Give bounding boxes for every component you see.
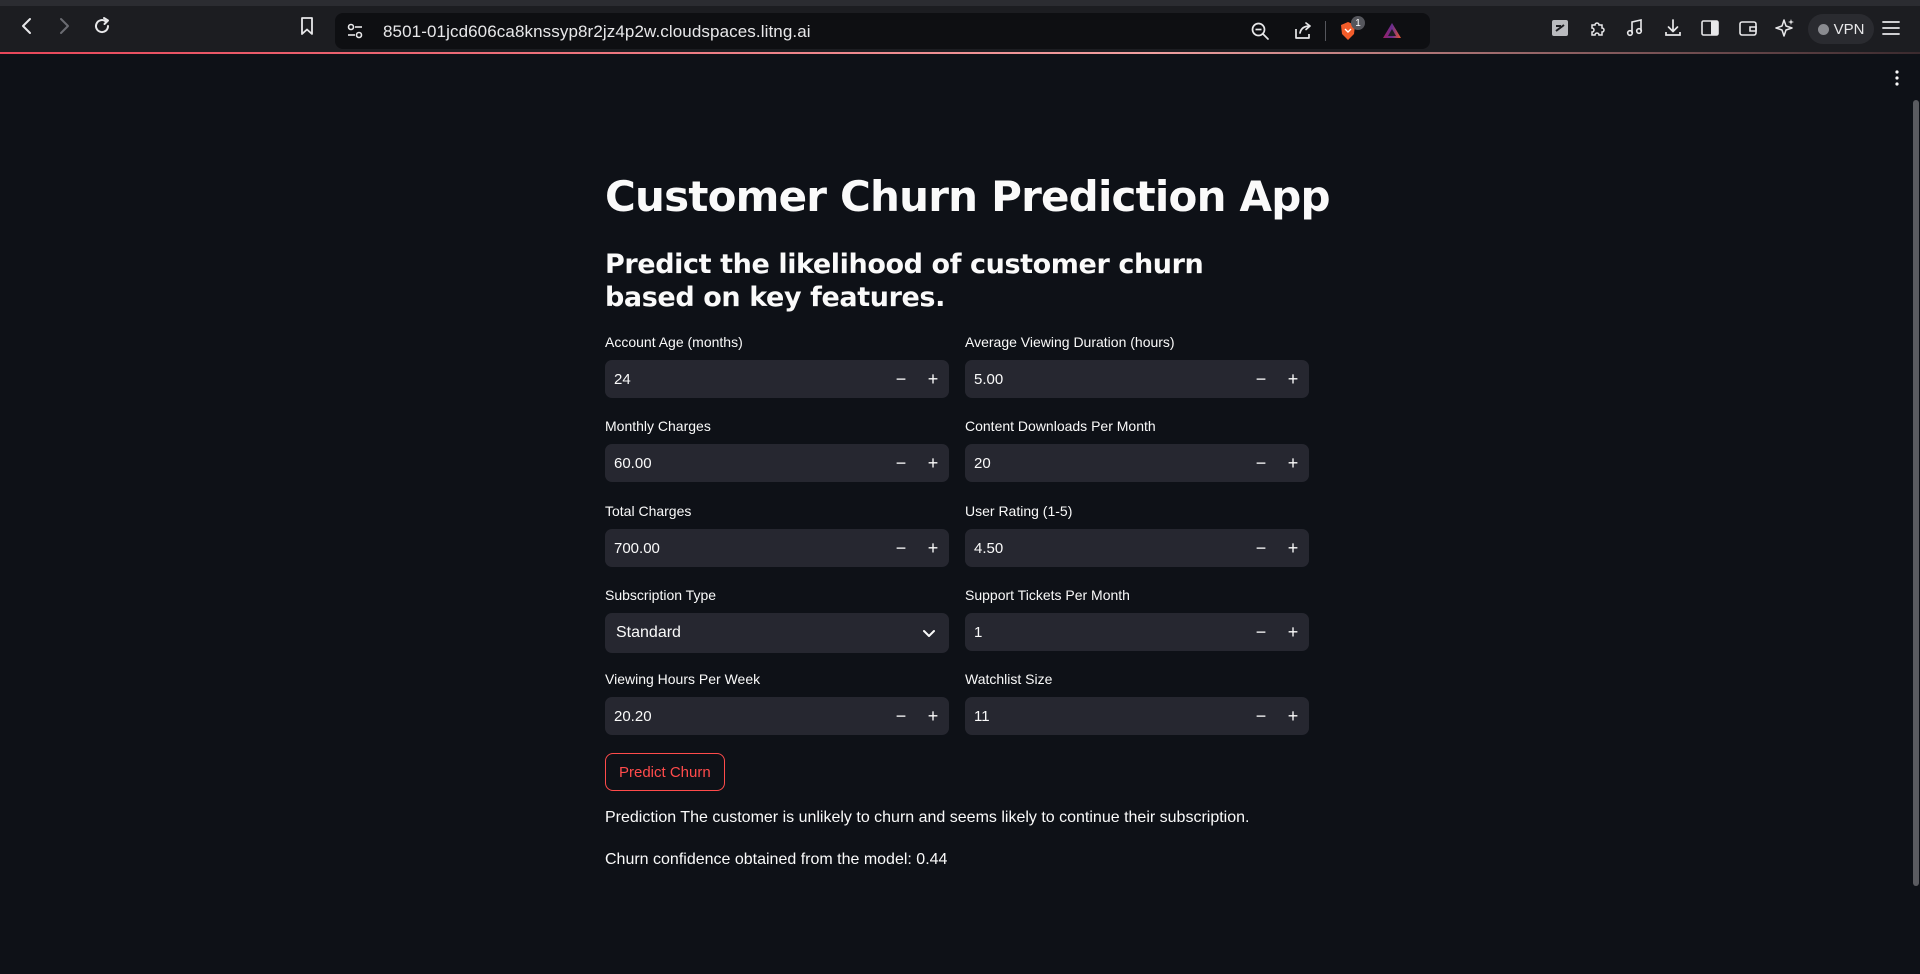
avg-viewing-duration-input[interactable]: 5.00 − + [965, 360, 1309, 398]
field-label: User Rating (1-5) [965, 503, 1073, 519]
field-label: Monthly Charges [605, 418, 711, 434]
increment-button[interactable]: + [917, 360, 949, 398]
puzzle-icon[interactable] [1587, 17, 1609, 39]
kebab-menu-icon[interactable] [1890, 68, 1904, 88]
monthly-charges-field: Monthly Charges 60.00 − + [605, 417, 949, 482]
viewing-hours-field: Viewing Hours Per Week 20.20 − + [605, 670, 949, 735]
back-icon[interactable] [15, 14, 39, 38]
url-text[interactable]: 8501-01jcd606ca8knssyp8r2jz4p2w.cloudspa… [383, 22, 811, 42]
leo-ai-icon[interactable] [1774, 17, 1796, 39]
download-icon[interactable] [1662, 17, 1684, 39]
field-label: Account Age (months) [605, 334, 743, 350]
account-age-field: Account Age (months) 24 − + [605, 333, 949, 398]
increment-button[interactable]: + [917, 444, 949, 482]
site-info-icon[interactable] [345, 21, 365, 41]
select-value[interactable]: Standard [616, 624, 921, 642]
decrement-button[interactable]: − [885, 360, 917, 398]
divider [1325, 21, 1326, 41]
field-label: Content Downloads Per Month [965, 418, 1156, 434]
input-value[interactable]: 24 [605, 371, 885, 388]
field-label: Support Tickets Per Month [965, 587, 1130, 603]
vpn-label: VPN [1833, 20, 1865, 38]
chevron-down-icon[interactable] [921, 625, 937, 641]
field-label: Viewing Hours Per Week [605, 671, 761, 687]
input-value[interactable]: 5.00 [965, 371, 1245, 388]
music-icon[interactable] [1624, 17, 1646, 39]
input-value[interactable]: 1 [965, 624, 1245, 641]
input-value[interactable]: 20 [965, 455, 1245, 472]
zoom-icon[interactable] [1250, 21, 1270, 41]
total-charges-field: Total Charges 700.00 − + [605, 502, 949, 567]
decrement-button[interactable]: − [885, 697, 917, 735]
decrement-button[interactable]: − [1245, 613, 1277, 651]
increment-button[interactable]: + [917, 529, 949, 567]
total-charges-input[interactable]: 700.00 − + [605, 529, 949, 567]
browser-toolbar: 8501-01jcd606ca8knssyp8r2jz4p2w.cloudspa… [0, 0, 1920, 54]
input-value[interactable]: 60.00 [605, 455, 885, 472]
vpn-button[interactable]: VPN [1808, 14, 1874, 44]
increment-button[interactable]: + [1277, 613, 1309, 651]
content-downloads-field: Content Downloads Per Month 20 − + [965, 417, 1309, 482]
page-subtitle: Predict the likelihood of customer churn… [605, 249, 1204, 313]
increment-button[interactable]: + [1277, 360, 1309, 398]
prediction-text: Prediction The customer is unlikely to c… [605, 809, 1250, 826]
field-label: Subscription Type [605, 587, 717, 603]
decrement-button[interactable]: − [1245, 697, 1277, 735]
scrollbar[interactable] [1913, 100, 1919, 886]
rewards-icon[interactable] [1382, 21, 1402, 41]
field-label: Average Viewing Duration (hours) [965, 334, 1175, 350]
user-rating-input[interactable]: 4.50 − + [965, 529, 1309, 567]
decrement-button[interactable]: − [885, 444, 917, 482]
increment-button[interactable]: + [1277, 697, 1309, 735]
shields-badge: 1 [1351, 16, 1365, 30]
menu-icon[interactable] [1880, 17, 1902, 39]
user-rating-field: User Rating (1-5) 4.50 − + [965, 502, 1309, 567]
avg-viewing-duration-field: Average Viewing Duration (hours) 5.00 − … [965, 333, 1309, 398]
bookmark-icon[interactable] [295, 14, 319, 38]
wallet-icon[interactable] [1737, 17, 1759, 39]
reload-icon[interactable] [90, 14, 114, 38]
decrement-button[interactable]: − [1245, 529, 1277, 567]
sidebar-icon[interactable] [1699, 17, 1721, 39]
input-value[interactable]: 11 [965, 708, 1245, 725]
input-value[interactable]: 700.00 [605, 540, 885, 557]
confidence-text: Churn confidence obtained from the model… [605, 851, 948, 868]
decrement-button[interactable]: − [1245, 444, 1277, 482]
field-label: Watchlist Size [965, 671, 1053, 687]
viewing-hours-input[interactable]: 20.20 − + [605, 697, 949, 735]
decrement-button[interactable]: − [885, 529, 917, 567]
increment-button[interactable]: + [1277, 444, 1309, 482]
decrement-button[interactable]: − [1245, 360, 1277, 398]
predict-churn-button[interactable]: Predict Churn [605, 753, 725, 791]
page-title: Customer Churn Prediction App [605, 172, 1331, 221]
increment-button[interactable]: + [1277, 529, 1309, 567]
subscription-type-select[interactable]: Standard [605, 613, 949, 653]
share-icon[interactable] [1293, 21, 1313, 41]
address-bar[interactable]: 8501-01jcd606ca8knssyp8r2jz4p2w.cloudspa… [335, 13, 1430, 49]
support-tickets-field: Support Tickets Per Month 1 − + [965, 586, 1309, 651]
vpn-status-icon [1817, 23, 1829, 35]
page-progress-line [0, 52, 1920, 54]
support-tickets-input[interactable]: 1 − + [965, 613, 1309, 651]
monthly-charges-input[interactable]: 60.00 − + [605, 444, 949, 482]
increment-button[interactable]: + [917, 697, 949, 735]
content-downloads-input[interactable]: 20 − + [965, 444, 1309, 482]
input-value[interactable]: 20.20 [605, 708, 885, 725]
input-value[interactable]: 4.50 [965, 540, 1245, 557]
account-age-input[interactable]: 24 − + [605, 360, 949, 398]
watchlist-size-input[interactable]: 11 − + [965, 697, 1309, 735]
forward-icon[interactable] [52, 14, 76, 38]
field-label: Total Charges [605, 503, 692, 519]
subscription-type-field: Subscription Type Standard [605, 586, 949, 653]
extension-icon[interactable] [1549, 17, 1571, 39]
watchlist-size-field: Watchlist Size 11 − + [965, 670, 1309, 735]
